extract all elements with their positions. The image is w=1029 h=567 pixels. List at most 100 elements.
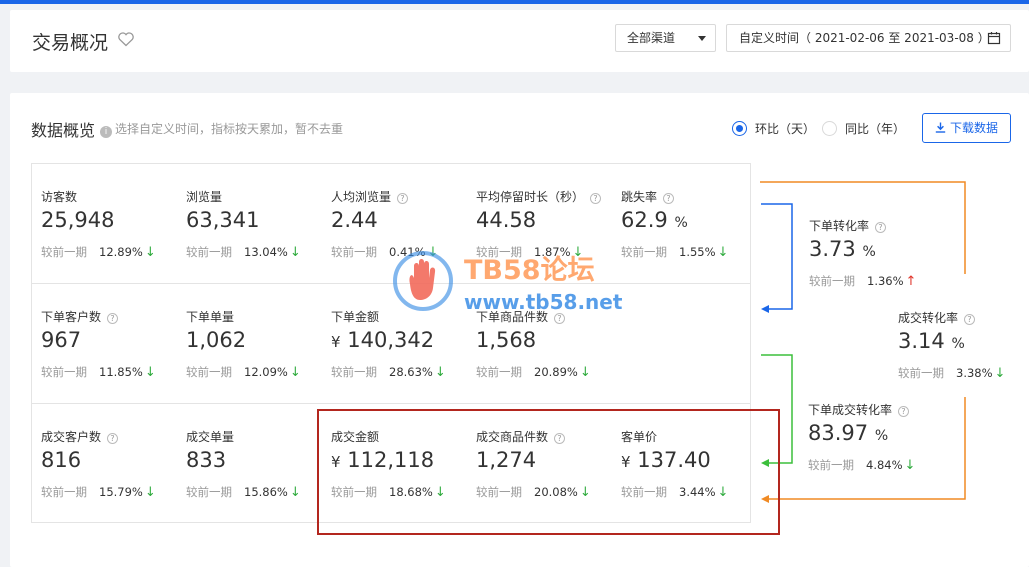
metric-value: 967 xyxy=(41,328,81,352)
metric-value: 1,062 xyxy=(186,328,246,352)
help-icon[interactable]: ? xyxy=(554,313,566,324)
date-range-picker[interactable]: 自定义时间（ 2021-02-06 至 2021-03-08 ） xyxy=(726,24,1011,52)
help-icon[interactable]: ? xyxy=(964,314,976,325)
channel-select[interactable]: 全部渠道 xyxy=(615,24,716,52)
section-hint: i 选择自定义时间，指标按天累加，暂不去重 xyxy=(100,120,343,138)
highlight-annotation-box xyxy=(317,409,780,535)
compare-percent: 15.79% xyxy=(99,485,143,499)
radio-yoy-year[interactable]: 同比（年） xyxy=(822,120,905,137)
compare-label: 较前一期 xyxy=(186,245,232,259)
metric-label-text: 下单商品件数 xyxy=(476,310,549,324)
help-icon[interactable]: ? xyxy=(107,433,119,444)
metric-cell: 人均浏览量? 2.44 较前一期 0.41% ↓ xyxy=(331,164,476,284)
heart-icon[interactable] xyxy=(116,29,136,49)
metric-label: 成交单量 xyxy=(186,428,234,445)
metric-label: 浏览量 xyxy=(186,188,222,205)
page-title: 交易概况 xyxy=(32,32,109,54)
metric-number: 62.9 xyxy=(621,208,668,232)
metric-number: 833 xyxy=(186,448,227,472)
metric-value: 1,568 xyxy=(476,328,536,352)
metric-number: 3.73 xyxy=(809,237,856,261)
metric-value: 62.9 % xyxy=(621,208,688,232)
metric-unit: % xyxy=(862,244,876,260)
metric-value: 833 xyxy=(186,448,226,472)
compare-percent: 20.89% xyxy=(534,365,578,379)
help-icon[interactable]: ? xyxy=(590,193,602,204)
arrow-down-icon: ↓ xyxy=(579,365,591,380)
help-icon[interactable]: ? xyxy=(875,222,887,233)
arrow-down-icon: ↓ xyxy=(434,365,446,380)
metric-cell: 成交客户数? 816 较前一期 15.79% ↓ xyxy=(41,404,186,524)
metric-number: 967 xyxy=(41,328,82,352)
compare-percent: 1.87% xyxy=(534,245,571,259)
metric-label: 人均浏览量? xyxy=(331,188,409,205)
metric-number: 1,568 xyxy=(476,328,537,352)
currency-symbol: ¥ xyxy=(331,333,341,351)
metric-value: 83.97 % xyxy=(808,421,888,445)
download-data-button[interactable]: 下载数据 xyxy=(922,113,1011,143)
metric-label-text: 下单单量 xyxy=(186,310,235,324)
metric-compare: 较前一期 4.84% ↓ xyxy=(808,457,915,473)
metric-cell: 下单单量 1,062 较前一期 12.09% ↓ xyxy=(186,284,331,404)
metric-label: 下单成交转化率? xyxy=(808,401,910,418)
metric-cell: 下单客户数? 967 较前一期 11.85% ↓ xyxy=(41,284,186,404)
metric-compare: 较前一期 12.09% ↓ xyxy=(186,364,301,380)
metric-label-text: 访客数 xyxy=(41,190,78,204)
help-icon[interactable]: ? xyxy=(898,406,910,417)
radio-mom-day[interactable]: 环比（天） xyxy=(732,120,815,137)
radio-selected-icon xyxy=(732,121,747,136)
metric-compare: 较前一期 15.86% ↓ xyxy=(186,484,301,500)
metric-label: 下单客户数? xyxy=(41,308,119,325)
metric-number: 140,342 xyxy=(347,328,435,352)
metric-cell: 平均停留时长（秒）? 44.58 较前一期 1.87% ↓ xyxy=(476,164,621,284)
metrics-row-traffic: 访客数 25,948 较前一期 12.89% ↓ 浏览量 63,341 较前一期 13.04% ↓… xyxy=(32,164,750,284)
metric-value: 3.73 % xyxy=(809,237,876,261)
metric-value: 816 xyxy=(41,448,81,472)
metrics-row-orders: 下单客户数? 967 较前一期 11.85% ↓ 下单单量 1,062 较前一期 12.09% ↓… xyxy=(32,283,750,403)
metric-cell: 成交单量 833 较前一期 15.86% ↓ xyxy=(186,404,331,524)
metric-label-text: 平均停留时长（秒） xyxy=(476,190,585,204)
arrow-down-icon: ↓ xyxy=(144,485,156,500)
metric-value: 3.14 % xyxy=(898,329,965,353)
metric-number: 816 xyxy=(41,448,82,472)
metric-value: ¥ 140,342 xyxy=(331,328,434,352)
metric-compare: 较前一期 15.79% ↓ xyxy=(41,484,156,500)
metric-unit: % xyxy=(674,215,688,231)
metric-label-text: 下单客户数 xyxy=(41,310,102,324)
metric-label-text: 跳失率 xyxy=(621,190,658,204)
header-card: 交易概况 全部渠道 自定义时间（ 2021-02-06 至 2021-03-08… xyxy=(10,10,1029,72)
metric-label: 下单转化率? xyxy=(809,217,887,234)
conversion-deal-rate: 成交转化率? 3.14 % 较前一期 3.38% ↓ xyxy=(898,285,1029,385)
arrow-down-icon: ↓ xyxy=(994,366,1006,381)
compare-label: 较前一期 xyxy=(621,245,667,259)
metric-label-text: 成交单量 xyxy=(186,430,235,444)
help-icon[interactable]: ? xyxy=(107,313,119,324)
radio-yoy-year-label: 同比（年） xyxy=(845,122,906,136)
metric-compare: 较前一期 1.87% ↓ xyxy=(476,244,583,260)
compare-percent: 4.84% xyxy=(866,458,903,472)
compare-label: 较前一期 xyxy=(808,458,854,472)
metric-label-text: 浏览量 xyxy=(186,190,223,204)
metric-number: 1,062 xyxy=(186,328,247,352)
metric-label: 平均停留时长（秒）? xyxy=(476,188,602,205)
calendar-icon xyxy=(987,32,1001,45)
help-icon[interactable]: ? xyxy=(663,193,675,204)
metric-label-text: 成交转化率 xyxy=(898,311,959,325)
compare-label: 较前一期 xyxy=(186,365,232,379)
arrow-down-icon: ↓ xyxy=(144,365,156,380)
arrow-down-icon: ↓ xyxy=(427,245,439,260)
compare-label: 较前一期 xyxy=(476,245,522,259)
compare-label: 较前一期 xyxy=(41,245,87,259)
metric-cell: 下单金额 ¥ 140,342 较前一期 28.63% ↓ xyxy=(331,284,476,404)
arrow-down-icon: ↓ xyxy=(144,245,156,260)
arrow-down-icon: ↓ xyxy=(904,458,916,473)
metric-value: 25,948 xyxy=(41,208,114,232)
metric-compare: 较前一期 28.63% ↓ xyxy=(331,364,446,380)
help-icon[interactable]: ? xyxy=(397,193,409,204)
compare-percent: 11.85% xyxy=(99,365,143,379)
radio-unselected-icon xyxy=(822,121,837,136)
metric-value: 44.58 xyxy=(476,208,536,232)
compare-percent: 12.09% xyxy=(244,365,288,379)
compare-label: 较前一期 xyxy=(41,485,87,499)
metric-cell: 跳失率? 62.9 % 较前一期 1.55% ↓ xyxy=(621,164,766,284)
